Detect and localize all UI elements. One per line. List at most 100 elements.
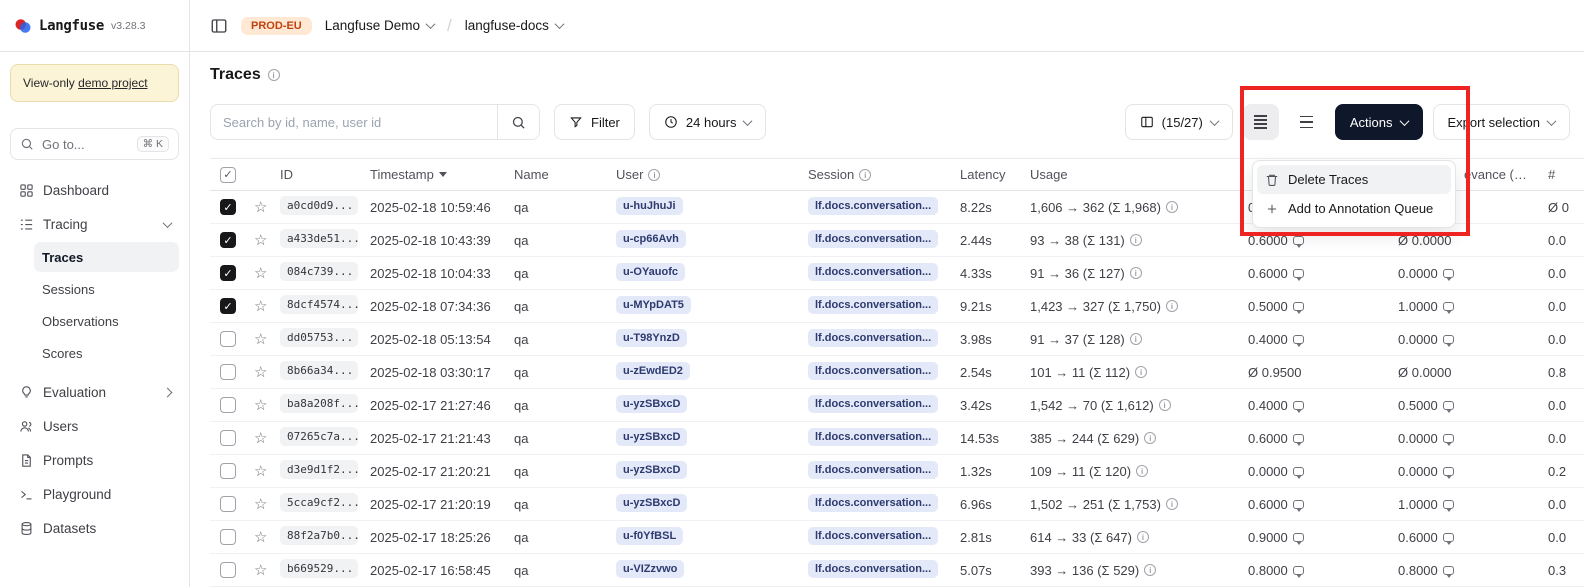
trace-id-badge[interactable]: 07265c7a... (280, 427, 358, 446)
trace-id-badge[interactable]: a0cd0d9... (280, 196, 358, 215)
user-badge[interactable]: u-f0YfBSL (616, 527, 683, 545)
table-row[interactable]: 5cca9cf2... 2025-02-17 21:20:19 qa u-yzS… (210, 488, 1584, 521)
user-badge[interactable]: u-zEwdED2 (616, 362, 690, 380)
row-checkbox[interactable] (220, 496, 236, 512)
trace-id-badge[interactable]: b669529... (280, 559, 358, 578)
col-session[interactable]: Session (802, 167, 954, 182)
sidebar-item-sessions[interactable]: Sessions (34, 274, 179, 304)
org-switcher[interactable]: Langfuse Demo (325, 18, 434, 33)
row-checkbox[interactable] (220, 397, 236, 413)
star-icon[interactable] (254, 365, 267, 380)
star-icon[interactable] (254, 431, 267, 446)
user-badge[interactable]: u-yzSBxcD (616, 395, 687, 413)
go-to-button[interactable]: Go to... ⌘ K (10, 128, 179, 160)
star-icon[interactable] (254, 299, 267, 314)
table-row[interactable]: 8dcf4574... 2025-02-18 07:34:36 qa u-MYp… (210, 290, 1584, 323)
row-checkbox[interactable] (220, 364, 236, 380)
user-badge[interactable]: u-yzSBxcD (616, 428, 687, 446)
user-badge[interactable]: u-OYauofc (616, 263, 685, 281)
project-switcher[interactable]: langfuse-docs (465, 18, 563, 33)
row-checkbox[interactable] (220, 199, 236, 215)
demo-project-link[interactable]: demo project (78, 76, 147, 90)
sidebar-item-users[interactable]: Users (10, 410, 179, 442)
star-icon[interactable] (254, 497, 267, 512)
table-row[interactable]: dd05753... 2025-02-18 05:13:54 qa u-T98Y… (210, 323, 1584, 356)
user-badge[interactable]: u-yzSBxcD (616, 494, 687, 512)
trace-id-badge[interactable]: 084c739... (280, 262, 358, 281)
sidebar-toggle-icon[interactable] (210, 17, 228, 35)
sidebar-item-tracing[interactable]: Tracing (10, 208, 179, 240)
table-row[interactable]: 084c739... 2025-02-18 10:04:33 qa u-OYau… (210, 257, 1584, 290)
star-icon[interactable] (254, 233, 267, 248)
menu-item-add-to-annotation-queue[interactable]: Add to Annotation Queue (1257, 194, 1451, 223)
table-row[interactable]: a433de51... 2025-02-18 10:43:39 qa u-cp6… (210, 224, 1584, 257)
session-badge[interactable]: lf.docs.conversation... (808, 263, 938, 281)
row-checkbox[interactable] (220, 463, 236, 479)
row-height-expanded-button[interactable] (1289, 104, 1325, 140)
user-badge[interactable]: u-yzSBxcD (616, 461, 687, 479)
actions-button[interactable]: Actions (1335, 104, 1423, 140)
col-id[interactable]: ID (274, 167, 364, 182)
session-badge[interactable]: lf.docs.conversation... (808, 560, 938, 578)
row-checkbox[interactable] (220, 430, 236, 446)
sidebar-item-playground[interactable]: Playground (10, 478, 179, 510)
star-icon[interactable] (254, 266, 267, 281)
trace-id-badge[interactable]: 8b66a34... (280, 361, 358, 380)
row-checkbox[interactable] (220, 562, 236, 578)
row-checkbox[interactable] (220, 529, 236, 545)
select-all-checkbox[interactable] (220, 167, 236, 183)
session-badge[interactable]: lf.docs.conversation... (808, 329, 938, 347)
search-button[interactable] (497, 105, 539, 139)
session-badge[interactable]: lf.docs.conversation... (808, 230, 938, 248)
sidebar-item-evaluation[interactable]: Evaluation (10, 376, 179, 408)
user-badge[interactable]: u-T98YnzD (616, 329, 687, 347)
row-checkbox[interactable] (220, 232, 236, 248)
table-row[interactable]: 88f2a7b0... 2025-02-17 18:25:26 qa u-f0Y… (210, 521, 1584, 554)
search-input[interactable] (211, 115, 497, 130)
star-icon[interactable] (254, 563, 267, 578)
sidebar-item-traces[interactable]: Traces (34, 242, 179, 272)
session-badge[interactable]: lf.docs.conversation... (808, 362, 938, 380)
col-latency[interactable]: Latency (954, 167, 1024, 182)
session-badge[interactable]: lf.docs.conversation... (808, 494, 938, 512)
table-row[interactable]: 8b66a34... 2025-02-18 03:30:17 qa u-zEwd… (210, 356, 1584, 389)
table-row[interactable]: 07265c7a... 2025-02-17 21:21:43 qa u-yzS… (210, 422, 1584, 455)
session-badge[interactable]: lf.docs.conversation... (808, 428, 938, 446)
trace-id-badge[interactable]: d3e9d1f2... (280, 460, 358, 479)
row-checkbox[interactable] (220, 298, 236, 314)
star-icon[interactable] (254, 464, 267, 479)
col-timestamp[interactable]: Timestamp (364, 167, 508, 182)
user-badge[interactable]: u-cp66Avh (616, 230, 686, 248)
sidebar-item-datasets[interactable]: Datasets (10, 512, 179, 544)
sidebar-item-prompts[interactable]: Prompts (10, 444, 179, 476)
session-badge[interactable]: lf.docs.conversation... (808, 296, 938, 314)
sidebar-item-scores[interactable]: Scores (34, 338, 179, 368)
col-user[interactable]: User (610, 167, 802, 182)
columns-button[interactable]: (15/27) (1125, 104, 1233, 140)
trace-id-badge[interactable]: ba8a208f... (280, 394, 358, 413)
session-badge[interactable]: lf.docs.conversation... (808, 395, 938, 413)
menu-item-delete-traces[interactable]: Delete Traces (1257, 165, 1451, 194)
star-icon[interactable] (254, 530, 267, 545)
trace-id-badge[interactable]: a433de51... (280, 229, 358, 248)
star-icon[interactable] (254, 332, 267, 347)
col-name[interactable]: Name (508, 167, 610, 182)
trace-id-badge[interactable]: 5cca9cf2... (280, 493, 358, 512)
user-badge[interactable]: u-VIZzvwo (616, 560, 684, 578)
row-height-compact-button[interactable] (1243, 104, 1279, 140)
table-row[interactable]: d3e9d1f2... 2025-02-17 21:20:21 qa u-yzS… (210, 455, 1584, 488)
star-icon[interactable] (254, 398, 267, 413)
session-badge[interactable]: lf.docs.conversation... (808, 461, 938, 479)
star-icon[interactable] (254, 200, 267, 215)
session-badge[interactable]: lf.docs.conversation... (808, 527, 938, 545)
trace-id-badge[interactable]: 88f2a7b0... (280, 526, 358, 545)
sidebar-item-dashboard[interactable]: Dashboard (10, 174, 179, 206)
col-score-c[interactable]: # (1542, 167, 1584, 182)
row-checkbox[interactable] (220, 331, 236, 347)
trace-id-badge[interactable]: 8dcf4574... (280, 295, 358, 314)
user-badge[interactable]: u-MYpDAT5 (616, 296, 691, 314)
table-row[interactable]: b669529... 2025-02-17 16:58:45 qa u-VIZz… (210, 554, 1584, 587)
time-range-button[interactable]: 24 hours (649, 104, 767, 140)
row-checkbox[interactable] (220, 265, 236, 281)
table-row[interactable]: ba8a208f... 2025-02-17 21:27:46 qa u-yzS… (210, 389, 1584, 422)
